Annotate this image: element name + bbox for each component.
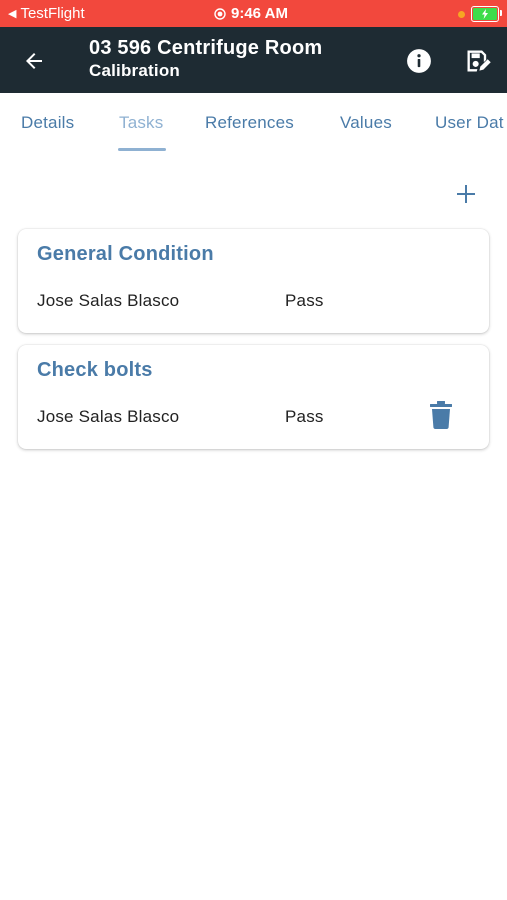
save-edit-icon — [467, 50, 491, 72]
tab-bar: Details Tasks References Values User Dat — [0, 93, 507, 153]
task-result: Pass — [285, 291, 324, 310]
title-block: 03 596 Centrifuge Room Calibration — [89, 36, 322, 82]
tab-user-data[interactable]: User Dat — [435, 93, 504, 153]
delete-task-button[interactable] — [428, 400, 454, 430]
screen-recording-icon — [214, 7, 226, 20]
tab-references[interactable]: References — [205, 93, 294, 153]
add-task-button[interactable] — [452, 180, 480, 208]
testflight-back-link[interactable]: ◀ TestFlight — [8, 5, 85, 22]
tab-details[interactable]: Details — [21, 93, 74, 153]
task-card[interactable]: General Condition Jose Salas Blasco Pass — [18, 229, 489, 333]
info-icon — [407, 49, 431, 73]
page-subtitle: Calibration — [89, 61, 180, 80]
task-title: General Condition — [37, 243, 214, 265]
task-user: Jose Salas Blasco — [37, 407, 180, 426]
recording-dot-icon — [458, 10, 465, 18]
tab-indicator — [118, 148, 166, 151]
status-center: 9:46 AM — [214, 5, 288, 22]
app-bar: 03 596 Centrifuge Room Calibration — [0, 27, 507, 93]
task-result: Pass — [285, 407, 324, 426]
status-time: 9:46 AM — [231, 5, 288, 22]
back-button[interactable] — [18, 45, 50, 77]
carrier-label: TestFlight — [20, 5, 85, 22]
status-bar: ◀ TestFlight 9:46 AM — [0, 0, 507, 27]
battery-icon — [471, 6, 502, 22]
arrow-back-icon — [26, 53, 42, 69]
task-user: Jose Salas Blasco — [37, 291, 180, 310]
status-right — [458, 6, 502, 22]
plus-icon — [457, 185, 475, 203]
page-title: 03 596 Centrifuge Room — [89, 37, 323, 59]
info-button[interactable] — [404, 46, 434, 76]
tab-tasks[interactable]: Tasks — [119, 93, 163, 153]
save-button[interactable] — [463, 46, 493, 76]
tab-values[interactable]: Values — [340, 93, 392, 153]
task-card[interactable]: Check bolts Jose Salas Blasco Pass — [18, 345, 489, 449]
task-title: Check bolts — [37, 359, 153, 381]
back-triangle-icon: ◀ — [8, 8, 17, 20]
trash-icon — [430, 401, 452, 429]
